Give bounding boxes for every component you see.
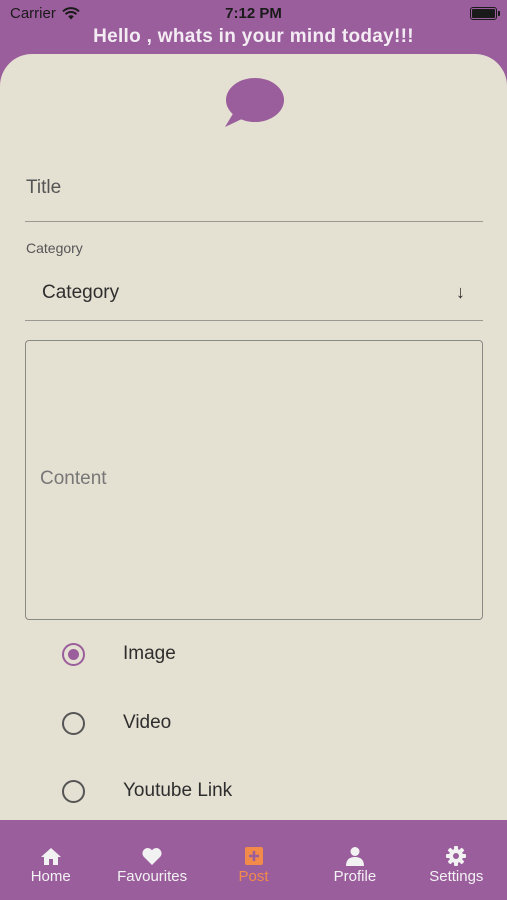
radio-unselected-icon[interactable]	[62, 711, 85, 735]
home-icon	[40, 846, 62, 866]
category-value: Category	[42, 282, 120, 303]
category-dropdown[interactable]: Category ↓	[25, 266, 483, 321]
tab-home[interactable]: Home	[0, 820, 101, 900]
radio-unselected-icon[interactable]	[62, 779, 85, 803]
content-placeholder: Content	[40, 468, 107, 489]
tab-favourites[interactable]: Favourites	[101, 820, 202, 900]
add-post-icon	[244, 846, 264, 866]
heart-icon	[141, 846, 163, 866]
media-option-label: Image	[123, 643, 176, 664]
tab-label: Favourites	[117, 868, 188, 885]
post-form-card: Title Category Category ↓ Content Image …	[0, 54, 507, 820]
bottom-tab-bar: Home Favourites Post Profile Settings	[0, 820, 507, 900]
gear-icon	[446, 846, 467, 866]
media-option-label: Video	[123, 712, 172, 733]
title-input[interactable]: Title	[25, 154, 483, 222]
tab-label: Post	[238, 868, 269, 885]
category-label: Category	[26, 240, 83, 256]
media-option-label: Youtube Link	[123, 780, 233, 801]
tab-label: Profile	[333, 868, 377, 885]
person-icon	[345, 846, 365, 866]
tab-post[interactable]: Post	[203, 820, 304, 900]
content-textarea[interactable]: Content	[25, 340, 483, 620]
media-option-youtube-link[interactable]: Youtube Link	[62, 776, 232, 806]
radio-selected-icon[interactable]	[62, 642, 85, 666]
media-option-video[interactable]: Video	[62, 708, 171, 738]
arrow-down-icon: ↓	[456, 282, 465, 302]
greeting-title: Hello , whats in your mind today!!!	[93, 26, 414, 47]
media-option-image[interactable]: Image	[62, 639, 176, 669]
status-time: 7:12 PM	[225, 5, 282, 22]
status-bar: Carrier 7:12 PM	[0, 0, 507, 28]
chat-bubble-icon	[225, 78, 284, 127]
battery-icon	[470, 7, 500, 20]
tab-label: Settings	[429, 868, 484, 885]
tab-profile[interactable]: Profile	[304, 820, 405, 900]
tab-settings[interactable]: Settings	[406, 820, 507, 900]
title-placeholder: Title	[26, 177, 62, 198]
tab-label: Home	[30, 868, 71, 885]
